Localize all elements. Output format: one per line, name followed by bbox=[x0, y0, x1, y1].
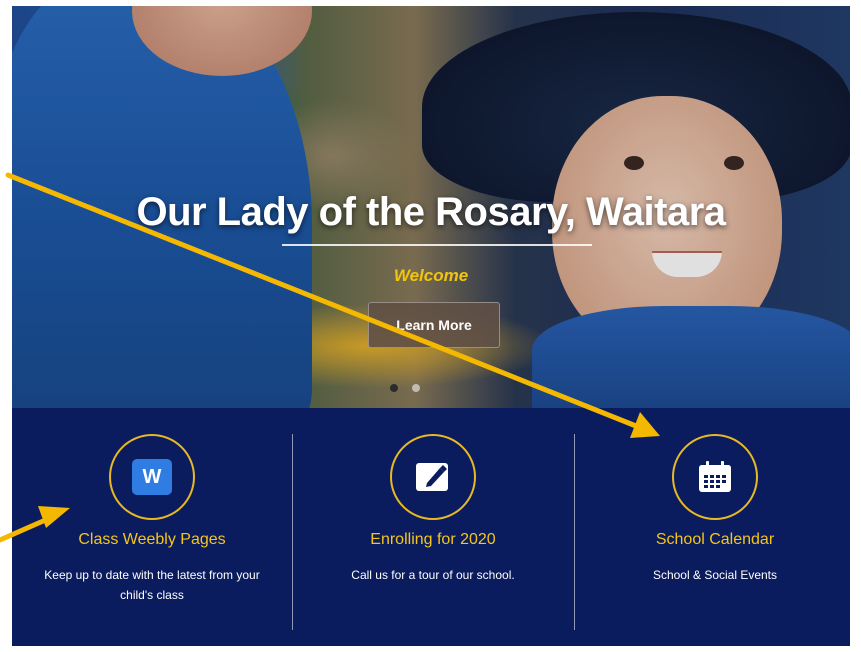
feature-icon-circle[interactable] bbox=[672, 434, 758, 520]
feature-icon-circle[interactable] bbox=[390, 434, 476, 520]
hero-banner: Our Lady of the Rosary, Waitara Welcome … bbox=[12, 6, 850, 408]
feature-text: School & Social Events bbox=[652, 568, 778, 582]
feature-text: Keep up to date with the latest from you… bbox=[44, 568, 260, 602]
feature-title[interactable]: Enrolling for 2020 bbox=[293, 531, 573, 549]
slider-dot-2[interactable] bbox=[412, 384, 420, 392]
feature-text: Call us for a tour of our school. bbox=[351, 568, 515, 582]
feature-title[interactable]: Class Weebly Pages bbox=[12, 531, 292, 549]
feature-enrolling[interactable]: Enrolling for 2020 Call us for a tour of… bbox=[293, 408, 573, 646]
calendar-icon bbox=[699, 461, 731, 492]
slider-dot-1[interactable] bbox=[390, 384, 398, 392]
hero-divider bbox=[282, 244, 592, 246]
pencil-edit-icon bbox=[416, 463, 448, 491]
feature-title[interactable]: School Calendar bbox=[575, 531, 855, 549]
slider-dots bbox=[390, 384, 420, 392]
feature-weebly[interactable]: W Class Weebly Pages Keep up to date wit… bbox=[12, 408, 292, 646]
hero-title: Our Lady of the Rosary, Waitara bbox=[136, 190, 726, 234]
weebly-icon: W bbox=[132, 459, 172, 495]
feature-icon-circle[interactable]: W bbox=[109, 434, 195, 520]
features-band: W Class Weebly Pages Keep up to date wit… bbox=[12, 408, 850, 646]
hero-welcome: Welcome bbox=[393, 266, 469, 285]
learn-more-button[interactable]: Learn More bbox=[368, 302, 500, 348]
feature-calendar[interactable]: School Calendar School & Social Events bbox=[575, 408, 855, 646]
